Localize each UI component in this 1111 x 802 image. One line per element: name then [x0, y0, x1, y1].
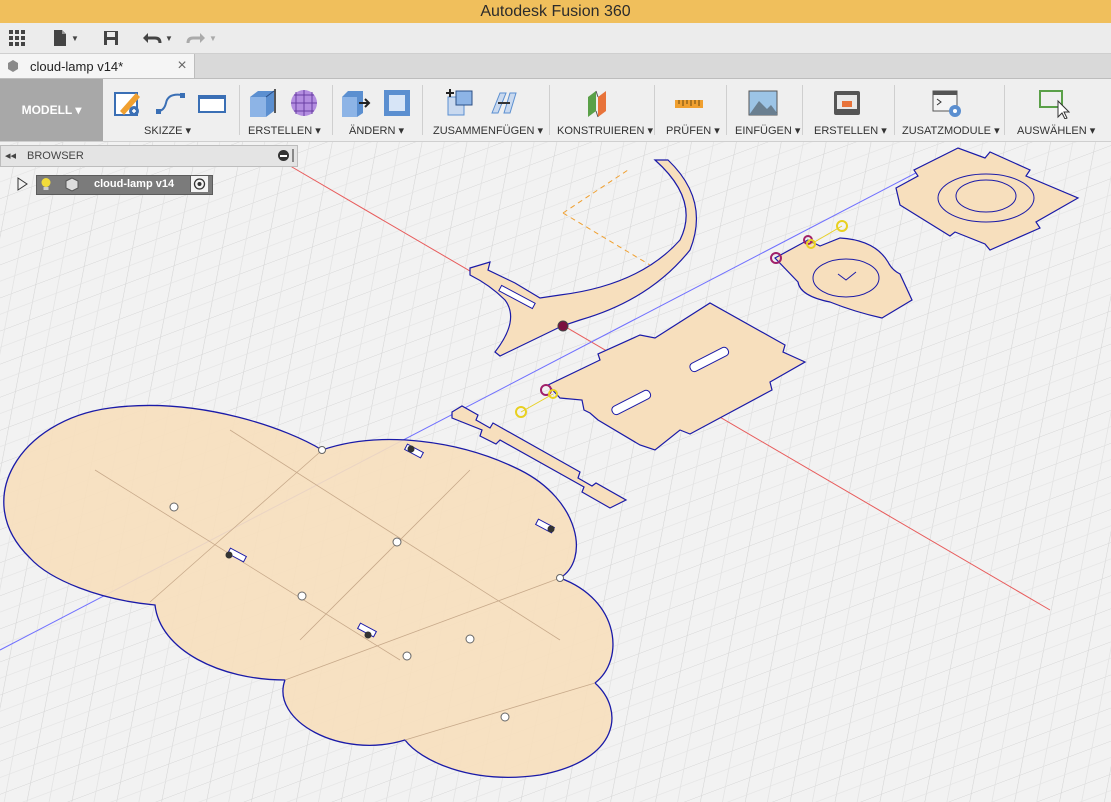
create-sketch-icon	[114, 92, 140, 116]
offset-plane-icon	[588, 90, 606, 118]
ribbon-group-make[interactable]: ERSTELLEN ▾	[805, 79, 891, 141]
ribbon-toolbar: MODELL ▾ SKIZZE ▾ ERSTELLEN ▾ ÄNDERN ▾ Z…	[0, 79, 1111, 142]
spline-icon	[156, 93, 185, 114]
save-button[interactable]	[103, 27, 119, 49]
select-icon	[1039, 90, 1070, 119]
quick-access-toolbar: ▼ ▼ ▼	[0, 23, 1111, 54]
ribbon-group-label: SKIZZE ▾	[144, 125, 192, 137]
browser-title: BROWSER	[27, 150, 84, 162]
shell-icon	[384, 90, 410, 116]
chevron-down-icon: ▼	[71, 33, 79, 43]
ribbon-group-label: ÄNDERN ▾	[349, 125, 405, 137]
form-icon	[291, 90, 317, 116]
press-pull-icon	[342, 91, 371, 117]
joint-icon	[491, 92, 517, 114]
window-title: Autodesk Fusion 360	[0, 0, 1111, 23]
workspace-switcher[interactable]: MODELL ▾	[0, 79, 103, 141]
browser-root-node[interactable]: cloud-lamp v14	[36, 175, 213, 195]
ribbon-group-label: ERSTELLEN ▾	[248, 125, 321, 137]
scripts-icon	[932, 90, 961, 117]
expand-triangle-icon[interactable]	[16, 177, 28, 191]
ribbon-separator	[549, 85, 550, 135]
ribbon-group-label: ZUSATZMODULE ▾	[902, 125, 1000, 137]
activate-node-button[interactable]	[190, 176, 208, 192]
3d-print-icon	[834, 91, 860, 115]
close-icon[interactable]: ×	[170, 57, 194, 75]
document-tab-bar: cloud-lamp v14* ×	[0, 54, 1111, 79]
ribbon-group-addins[interactable]: ZUSATZMODULE ▾	[897, 79, 1001, 141]
radio-target-icon	[193, 178, 206, 190]
collapse-panel-icon[interactable]: ◂◂	[5, 149, 16, 162]
chevron-down-icon: ▼	[209, 33, 217, 43]
save-icon	[104, 31, 118, 45]
extrude-icon	[250, 89, 276, 117]
design-viewport[interactable]	[0, 142, 1111, 802]
ribbon-group-inspect[interactable]: PRÜFEN ▾	[657, 79, 725, 141]
ribbon-separator	[802, 85, 803, 135]
redo-icon	[186, 33, 205, 44]
grid-menu-button[interactable]	[8, 27, 26, 49]
insert-image-icon	[748, 90, 778, 116]
new-component-icon	[446, 89, 473, 116]
document-tab[interactable]: cloud-lamp v14* ×	[0, 54, 195, 78]
ribbon-group-label: ZUSAMMENFÜGEN ▾	[433, 125, 544, 137]
ribbon-group-label: EINFÜGEN ▾	[735, 125, 801, 137]
ribbon-group-label: PRÜFEN ▾	[666, 125, 720, 137]
chevron-down-icon: ▼	[165, 33, 173, 43]
ribbon-separator	[654, 85, 655, 135]
redo-button[interactable]: ▼	[186, 27, 217, 49]
panel-pin-icon[interactable]	[292, 149, 294, 162]
grid-menu-icon	[9, 30, 25, 46]
minus-circle-icon[interactable]	[278, 150, 289, 161]
ribbon-separator	[239, 85, 240, 135]
ribbon-group-label: AUSWÄHLEN ▾	[1017, 125, 1096, 137]
document-tab-label: cloud-lamp v14*	[30, 58, 124, 74]
ribbon-separator	[1004, 85, 1005, 135]
ribbon-group-label: KONSTRUIEREN ▾	[557, 125, 653, 137]
rectangle-icon	[198, 95, 226, 113]
lightbulb-icon[interactable]	[40, 177, 52, 192]
ribbon-separator	[422, 85, 423, 135]
ribbon-group-label: ERSTELLEN ▾	[814, 125, 887, 137]
ribbon-group-assemble[interactable]: ZUSAMMENFÜGEN ▾	[428, 79, 546, 141]
ribbon-separator	[894, 85, 895, 135]
ribbon-group-construct[interactable]: KONSTRUIEREN ▾	[552, 79, 653, 141]
file-icon	[54, 30, 66, 46]
joint-origin-point[interactable]	[557, 320, 569, 332]
viewport-canvas[interactable]	[0, 142, 1111, 802]
minus-glyph	[280, 155, 287, 157]
measure-icon	[675, 100, 703, 108]
browser-node-label: cloud-lamp v14	[94, 178, 175, 190]
ribbon-group-create[interactable]: ERSTELLEN ▾	[242, 79, 330, 141]
file-menu-button[interactable]: ▼	[52, 27, 79, 49]
ribbon-group-modify[interactable]: ÄNDERN ▾	[335, 79, 419, 141]
component-icon	[65, 177, 79, 192]
document-icon	[8, 60, 18, 72]
ribbon-group-sketch[interactable]: SKIZZE ▾	[108, 79, 238, 141]
browser-panel-header[interactable]: ◂◂ BROWSER	[0, 145, 298, 167]
undo-icon	[143, 33, 162, 44]
ribbon-separator	[332, 85, 333, 135]
ribbon-separator	[726, 85, 727, 135]
ribbon-group-insert[interactable]: EINFÜGEN ▾	[729, 79, 801, 141]
undo-button[interactable]: ▼	[142, 27, 173, 49]
ribbon-group-select[interactable]: AUSWÄHLEN ▾	[1010, 79, 1104, 141]
